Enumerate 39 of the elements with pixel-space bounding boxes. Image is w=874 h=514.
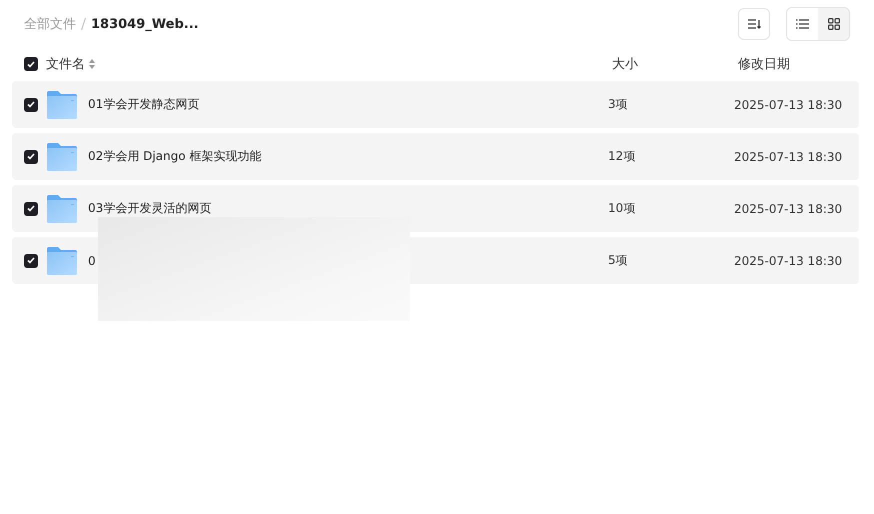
modified-date: 2025-07-13 18:30 [734, 98, 842, 112]
checkmark-icon [27, 205, 35, 212]
checkmark-icon [27, 257, 35, 264]
sort-icon [747, 18, 761, 30]
folder-icon [47, 246, 77, 274]
folder-name: 02学会用 Django 框架实现功能 [88, 148, 262, 165]
row-checkbox[interactable] [24, 254, 38, 268]
select-all-checkbox[interactable] [24, 57, 38, 71]
folder-row[interactable]: 02学会用 Django 框架实现功能 12项 2025-07-13 18:30 [12, 133, 859, 180]
sort-button[interactable] [738, 8, 770, 40]
item-count: 12项 [608, 148, 636, 165]
row-checkbox[interactable] [24, 202, 38, 216]
breadcrumb-item: 183049_Web... [91, 16, 199, 32]
row-checkbox[interactable] [24, 98, 38, 112]
row-checkbox[interactable] [24, 150, 38, 164]
checkmark-icon [27, 60, 35, 68]
item-count: 10项 [608, 200, 636, 217]
folder-name: 0 [88, 254, 96, 268]
list-icon [796, 19, 809, 29]
folder-name: 01学会开发静态网页 [88, 96, 200, 113]
column-header[interactable]: 文件名 [46, 55, 85, 73]
folder-icon [47, 142, 77, 170]
folder-name: 03学会开发灵活的网页 [88, 200, 212, 217]
breadcrumb-separator [81, 18, 86, 30]
list-view-button[interactable] [787, 8, 818, 40]
modified-date: 2025-07-13 18:30 [734, 254, 842, 268]
folder-icon [47, 194, 77, 222]
checkmark-icon [27, 101, 35, 108]
folder-icon [47, 90, 77, 118]
item-count: 5项 [608, 252, 628, 269]
modified-date: 2025-07-13 18:30 [734, 202, 842, 216]
sort-arrows-icon[interactable] [89, 59, 95, 69]
grid-icon [828, 18, 840, 30]
column-header: 大小 [612, 56, 638, 73]
modified-date: 2025-07-13 18:30 [734, 150, 842, 164]
column-header: 修改日期 [738, 56, 790, 73]
item-count: 3项 [608, 96, 628, 113]
folder-row[interactable]: 01学会开发静态网页 3项 2025-07-13 18:30 [12, 81, 859, 128]
checkmark-icon [27, 153, 35, 160]
